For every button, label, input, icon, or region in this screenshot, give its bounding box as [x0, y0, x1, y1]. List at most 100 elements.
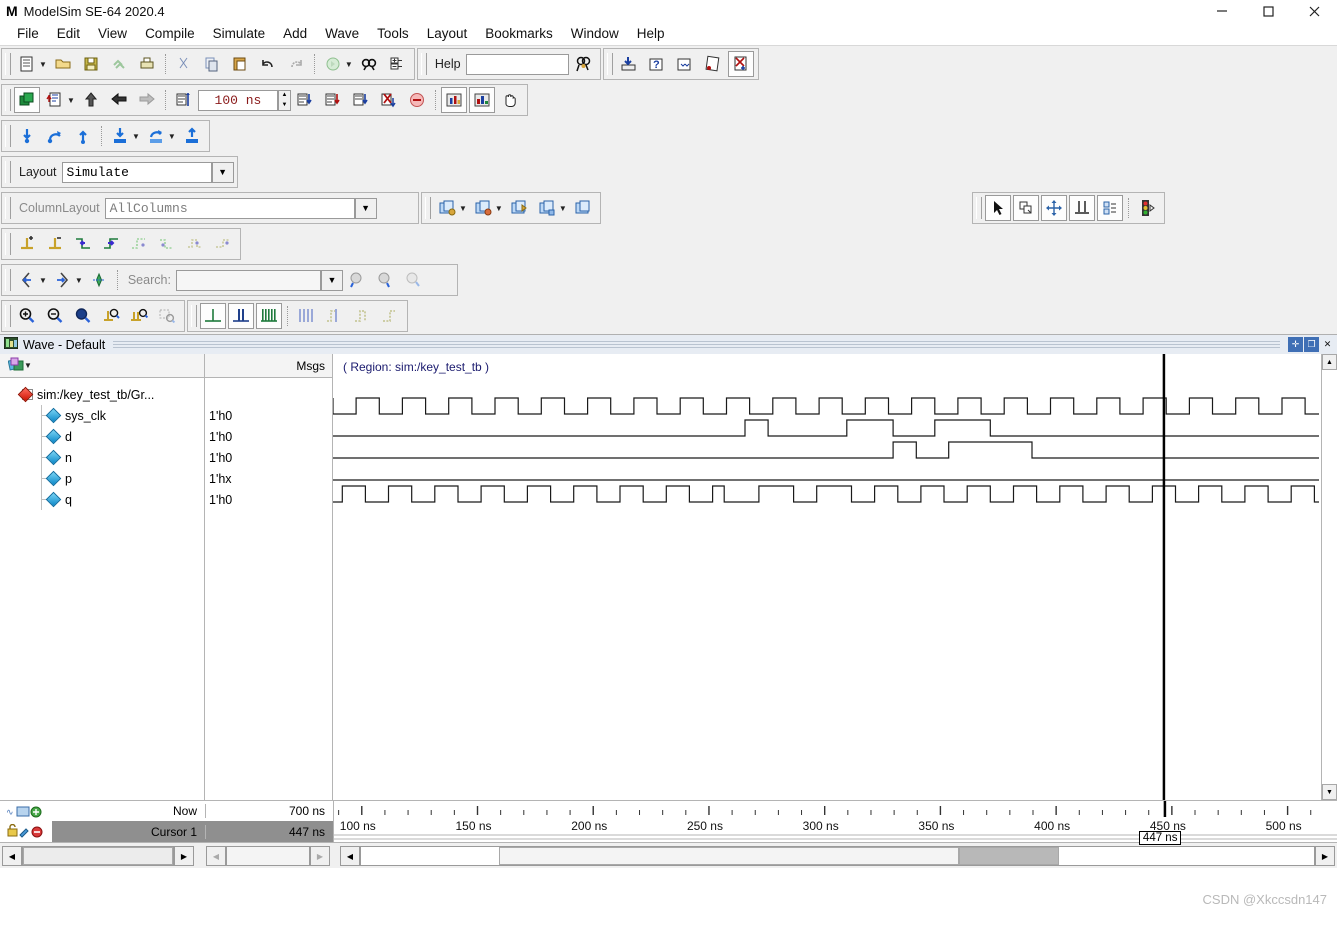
col-layout-2-dropdown-icon[interactable]: ▼ — [495, 204, 503, 213]
scroll-down-icon[interactable]: ▼ — [1322, 784, 1337, 800]
toolbar-grip[interactable] — [5, 233, 11, 255]
edit-wave-3-icon[interactable] — [182, 231, 208, 257]
prev-edge-icon[interactable] — [70, 231, 96, 257]
simulate-icon[interactable] — [14, 87, 40, 113]
toolbar-grip[interactable] — [5, 161, 11, 183]
library-properties-icon[interactable] — [700, 51, 726, 77]
save-icon[interactable] — [78, 51, 104, 77]
menu-view[interactable]: View — [89, 24, 136, 43]
new-file-dropdown-icon[interactable]: ▼ — [39, 60, 47, 69]
col-layout-4-dropdown-icon[interactable]: ▼ — [559, 204, 567, 213]
scroll-thumb[interactable] — [499, 847, 959, 865]
compile-dropdown-icon[interactable]: ▼ — [345, 60, 353, 69]
run-length-input[interactable]: 100 ns — [197, 89, 278, 111]
delete-library-icon[interactable] — [727, 51, 754, 77]
scroll-right-icon[interactable]: ▶ — [310, 846, 330, 866]
step-over-instance-dropdown-icon[interactable]: ▼ — [168, 132, 176, 141]
edit-mode-icon[interactable] — [1096, 195, 1123, 221]
scroll-track[interactable] — [226, 846, 310, 866]
profile-icon[interactable] — [440, 87, 467, 113]
toolbar-grip[interactable] — [191, 305, 197, 327]
signal-row-p[interactable]: p — [0, 468, 204, 489]
wave-grid-3-icon[interactable] — [349, 303, 375, 329]
step-back-icon[interactable] — [106, 87, 132, 113]
zoom-in-icon[interactable] — [14, 303, 40, 329]
refresh-library-icon[interactable] — [672, 51, 698, 77]
values-horizontal-scrollbar[interactable]: ◀ ▶ — [206, 845, 336, 867]
open-folder-icon[interactable] — [50, 51, 76, 77]
insert-cursor-icon[interactable] — [14, 231, 40, 257]
menu-layout[interactable]: Layout — [418, 24, 477, 43]
scroll-right-icon[interactable]: ▶ — [1315, 846, 1335, 866]
menu-simulate[interactable]: Simulate — [204, 24, 275, 43]
waveform-canvas[interactable]: ( Region: sim:/key_test_tb ) — [333, 354, 1321, 800]
wave-mode-3-icon[interactable] — [256, 303, 282, 329]
wave-mode-1-icon[interactable] — [200, 303, 226, 329]
close-icon[interactable] — [1291, 0, 1337, 22]
step-out-icon[interactable] — [70, 123, 96, 149]
undo-icon[interactable] — [255, 51, 281, 77]
expand-selected-icon[interactable] — [86, 267, 112, 293]
scroll-left-icon[interactable]: ◀ — [2, 846, 22, 866]
search-next-icon[interactable] — [372, 267, 398, 293]
step-forward-icon[interactable] — [134, 87, 160, 113]
step-over-icon[interactable] — [42, 123, 68, 149]
run-all-icon[interactable] — [320, 87, 346, 113]
edit-wave-4-icon[interactable] — [210, 231, 236, 257]
cursor-flag[interactable]: 447 ns — [1138, 831, 1182, 845]
zoom-select-icon[interactable] — [154, 303, 180, 329]
toolbar-grip[interactable] — [5, 197, 11, 219]
delete-cursor-icon[interactable] — [42, 231, 68, 257]
wave-grid-4-icon[interactable] — [377, 303, 403, 329]
restart-icon[interactable] — [42, 87, 68, 113]
wave-grid-1-icon[interactable] — [293, 303, 319, 329]
edit-wave-2-icon[interactable] — [154, 231, 180, 257]
pan-mode-icon[interactable] — [1040, 195, 1067, 221]
toolbar-grip[interactable] — [5, 89, 11, 111]
collapse-all-icon[interactable] — [50, 267, 76, 293]
wave-grid-2-icon[interactable] — [321, 303, 347, 329]
time-axis[interactable]: 100 ns 150 ns 200 ns 250 ns 300 ns 350 ns 400 … — [334, 801, 1337, 845]
scroll-up-icon[interactable]: ▲ — [1322, 354, 1337, 370]
maximize-icon[interactable] — [1245, 0, 1291, 22]
continue-run-icon[interactable] — [292, 87, 318, 113]
scroll-track[interactable] — [360, 846, 1315, 866]
stepper-up-icon[interactable]: ▲ — [279, 91, 290, 101]
zoom-mode-icon[interactable] — [1012, 195, 1039, 221]
menu-wave[interactable]: Wave — [316, 24, 368, 43]
menu-window[interactable]: Window — [562, 24, 628, 43]
signal-tree-root[interactable]: − sim:/key_test_tb/Gr... — [0, 384, 204, 405]
col-layout-1-icon[interactable] — [434, 195, 460, 221]
search-dropdown-icon[interactable]: ▼ — [320, 269, 343, 291]
search-clear-icon[interactable] — [400, 267, 426, 293]
col-layout-3-icon[interactable] — [506, 195, 532, 221]
reload-icon[interactable] — [106, 51, 132, 77]
stop-icon[interactable] — [404, 87, 430, 113]
scroll-right-icon[interactable]: ▶ — [174, 846, 194, 866]
find-icon[interactable] — [356, 51, 382, 77]
col-layout-4-icon[interactable] — [534, 195, 560, 221]
step-out-instance-icon[interactable] — [179, 123, 205, 149]
zoom-range-icon[interactable] — [126, 303, 152, 329]
scroll-thumb[interactable] — [23, 847, 173, 865]
col-layout-2-icon[interactable] — [470, 195, 496, 221]
maximize-pane-icon[interactable]: ❐ — [1304, 337, 1319, 352]
traffic-light-icon[interactable] — [1134, 195, 1160, 221]
toolbar-grip[interactable] — [606, 53, 613, 75]
signal-row-sys_clk[interactable]: sys_clk — [0, 405, 204, 426]
new-file-icon[interactable] — [14, 51, 40, 77]
edit-wave-1-icon[interactable] — [126, 231, 152, 257]
col-layout-1-dropdown-icon[interactable]: ▼ — [459, 204, 467, 213]
names-horizontal-scrollbar[interactable]: ◀ ▶ — [2, 845, 202, 867]
wave-mode-2-icon[interactable] — [228, 303, 254, 329]
toolbar-grip[interactable] — [5, 125, 11, 147]
scroll-left-icon[interactable]: ◀ — [340, 846, 360, 866]
expand-all-dropdown-icon[interactable]: ▼ — [39, 276, 47, 285]
step-over-instance-icon[interactable] — [143, 123, 169, 149]
toolbar-grip[interactable] — [5, 269, 11, 291]
step-into-instance-dropdown-icon[interactable]: ▼ — [132, 132, 140, 141]
undock-icon[interactable]: ✛ — [1288, 337, 1303, 352]
zoom-full-icon[interactable] — [70, 303, 96, 329]
zoom-out-icon[interactable] — [42, 303, 68, 329]
scroll-thumb-active[interactable] — [959, 847, 1059, 865]
